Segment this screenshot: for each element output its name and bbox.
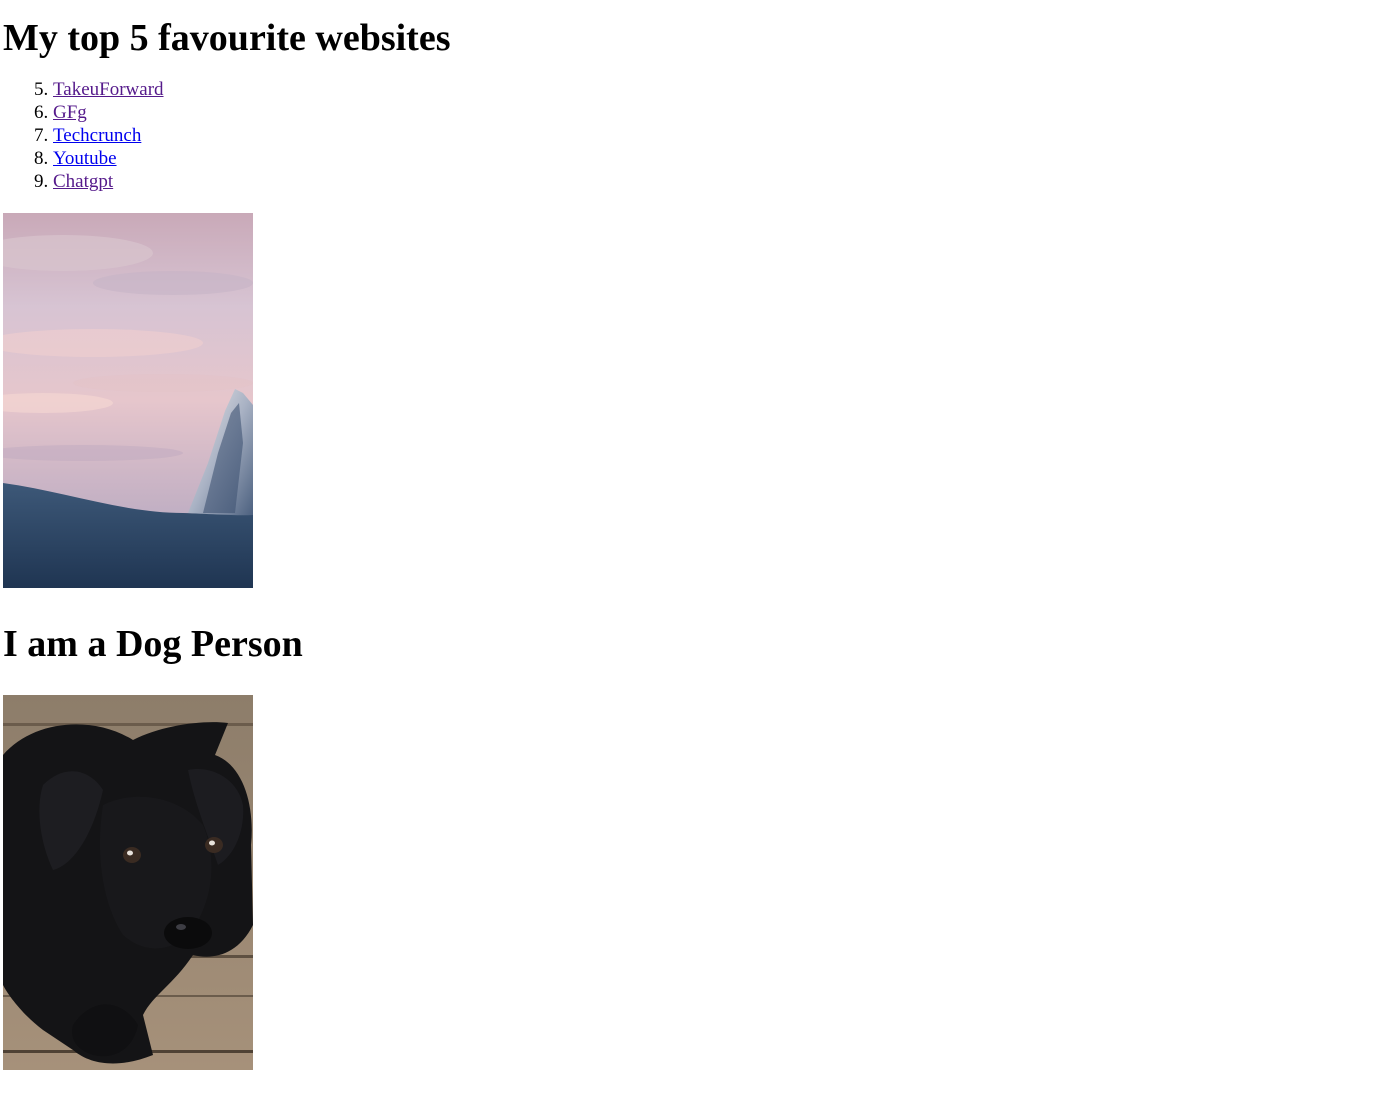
dog-heading: I am a Dog Person [3, 623, 303, 665]
page-title: My top 5 favourite websites [3, 17, 451, 59]
list-item: Youtube [53, 147, 1387, 170]
link-youtube[interactable]: Youtube [53, 148, 117, 169]
list-item: Techcrunch [53, 124, 1387, 147]
puppy-image [3, 695, 253, 1070]
list-item: Chatgpt [53, 170, 1387, 193]
page-content: My top 5 favourite websites TakeuForward… [0, 0, 1390, 1070]
mountain-image [3, 213, 253, 588]
list-item: GFg [53, 101, 1387, 124]
link-chatgpt[interactable]: Chatgpt [53, 171, 113, 192]
list-item: TakeuForward [53, 78, 1387, 101]
link-takeuforward[interactable]: TakeuForward [53, 79, 164, 100]
link-techcrunch[interactable]: Techcrunch [53, 125, 141, 146]
link-gfg[interactable]: GFg [53, 102, 87, 123]
favourite-websites-list: TakeuForward GFg Techcrunch Youtube Chat… [3, 78, 1387, 193]
